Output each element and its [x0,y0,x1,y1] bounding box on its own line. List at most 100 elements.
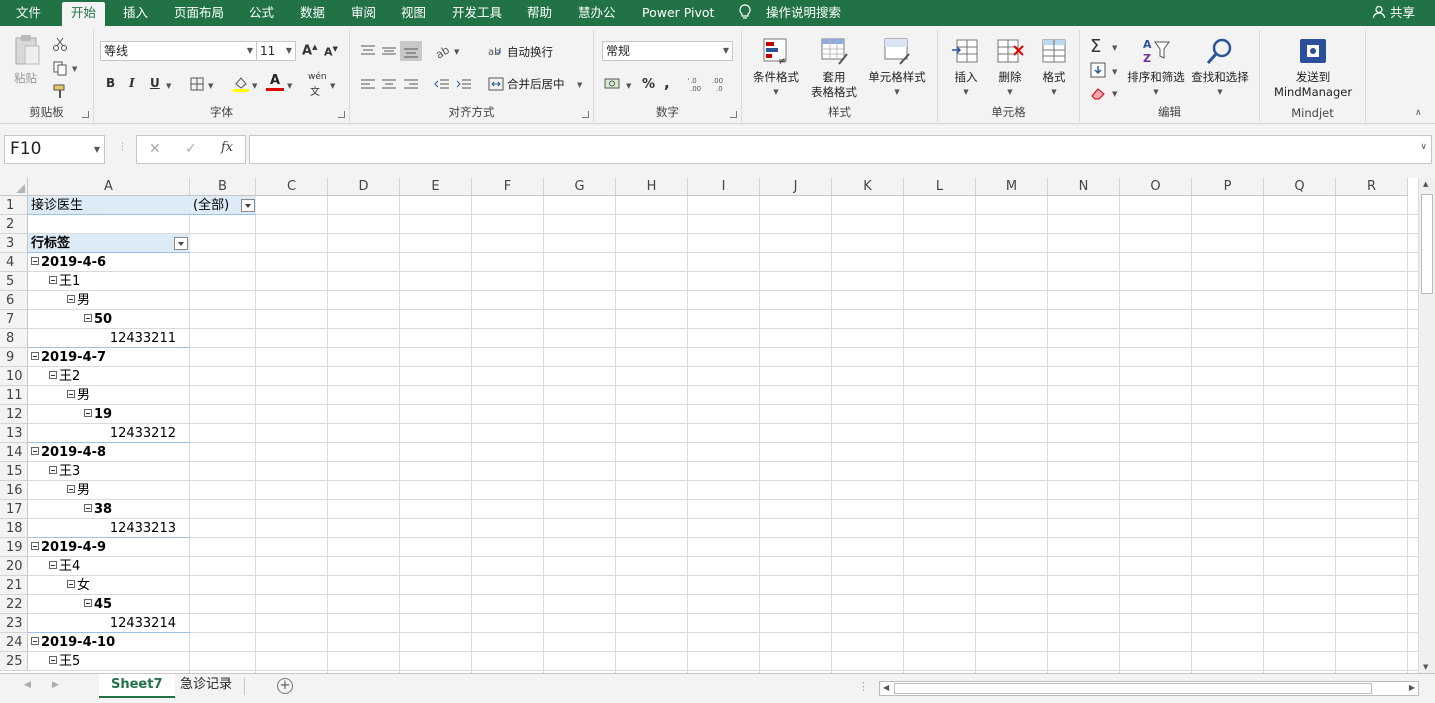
merge-center-button[interactable]: 合并后居中 ▼ [488,76,588,94]
column-header-j[interactable]: J [760,178,832,196]
new-sheet-plus-icon[interactable]: + [277,678,293,694]
cancel-icon[interactable]: ✕ [149,141,161,157]
pivot-row-item[interactable]: 王4 [49,557,80,576]
decrease-indent-icon[interactable] [434,78,450,92]
phonetic-dropdown-icon[interactable]: ▼ [330,82,335,90]
clear-dropdown-icon[interactable]: ▼ [1112,90,1117,98]
collapse-toggle-icon[interactable] [67,295,75,303]
tab-data[interactable]: 数据 [300,0,325,26]
row-header-8[interactable]: 8 [0,329,28,348]
column-header-k[interactable]: K [832,178,904,196]
name-box-dropdown-icon[interactable]: ▼ [94,136,100,163]
pivot-row-item[interactable]: 男 [67,481,90,500]
row-header-3[interactable]: 3 [0,234,28,253]
collapse-toggle-icon[interactable] [31,257,39,265]
row-header-1[interactable]: 1 [0,196,28,215]
row-header-6[interactable]: 6 [0,291,28,310]
tab-developer[interactable]: 开发工具 [452,0,502,26]
row-header-15[interactable]: 15 [0,462,28,481]
insert-function-button[interactable]: fx [221,140,233,155]
font-color-dropdown-icon[interactable]: ▼ [287,82,292,90]
collapse-toggle-icon[interactable] [49,561,57,569]
pivot-row-item[interactable]: 男 [67,386,90,405]
collapse-toggle-icon[interactable] [31,352,39,360]
percent-style-button[interactable]: % [642,77,655,92]
pivot-row-item[interactable]: 王3 [49,462,80,481]
copy-icon[interactable] [52,60,68,76]
row-header-2[interactable]: 2 [0,215,28,234]
tell-me-search[interactable]: 操作说明搜索 [738,0,841,26]
pivot-row-item[interactable]: 38 [84,500,112,519]
scroll-up-icon[interactable]: ▲ [1423,180,1428,188]
font-color-icon[interactable]: A [266,74,284,92]
scroll-left-icon[interactable]: ◀ [883,683,889,692]
cut-icon[interactable] [52,36,68,52]
wrap-text-button[interactable]: ab 自动换行 [488,44,578,62]
collapse-toggle-icon[interactable] [31,447,39,455]
column-header-r[interactable]: R [1336,178,1408,196]
collapse-toggle-icon[interactable] [84,409,92,417]
row-header-10[interactable]: 10 [0,367,28,386]
align-middle-icon[interactable] [381,44,397,58]
formula-input[interactable]: ∨ [249,135,1432,164]
row-header-19[interactable]: 19 [0,538,28,557]
align-bottom-button[interactable] [400,41,422,61]
collapse-toggle-icon[interactable] [67,580,75,588]
collapse-toggle-icon[interactable] [84,504,92,512]
send-to-mindmanager-button[interactable]: 发送到 MindManager [1264,36,1362,100]
align-top-icon[interactable] [360,44,376,58]
pivot-row-item[interactable]: 2019-4-7 [31,348,106,367]
pivot-row-item[interactable]: 2019-4-6 [31,253,106,272]
row-header-22[interactable]: 22 [0,595,28,614]
pivot-filter-dropdown-icon[interactable] [241,199,255,212]
tab-review[interactable]: 审阅 [351,0,376,26]
column-header-i[interactable]: I [688,178,760,196]
collapse-ribbon-icon[interactable]: ∧ [1415,108,1422,118]
sheet-tab-emergency-records[interactable]: 急诊记录 [168,674,244,698]
worksheet-grid[interactable]: ABCDEFGHIJKLMNOPQR 1 2 3 4 5 6 7 8 9 10 11 12 13 14 15… [0,178,1418,673]
format-painter-icon[interactable] [52,83,68,99]
grow-font-button[interactable]: A▲ [302,43,317,58]
row-header-11[interactable]: 11 [0,386,28,405]
column-header-b[interactable]: B [190,178,256,196]
pivot-row-item[interactable]: 50 [84,310,112,329]
format-cells-button[interactable]: 格式 ▼ [1032,36,1076,100]
font-launcher-icon[interactable] [338,111,345,118]
collapse-toggle-icon[interactable] [31,542,39,550]
sheet-tab-sheet7[interactable]: Sheet7 [99,674,175,698]
collapse-toggle-icon[interactable] [67,390,75,398]
pivot-row-item[interactable]: 王1 [49,272,80,291]
tab-help[interactable]: 帮助 [527,0,552,26]
row-header-20[interactable]: 20 [0,557,28,576]
column-header-p[interactable]: P [1192,178,1264,196]
collapse-toggle-icon[interactable] [49,371,57,379]
delete-cells-button[interactable]: 删除 ▼ [988,36,1032,100]
decrease-decimal-icon[interactable]: .00.0 [710,75,730,93]
borders-icon[interactable] [190,77,204,91]
pivot-row-labels-dropdown-icon[interactable] [174,237,188,250]
italic-button[interactable]: I [129,76,135,90]
tab-split-grip-icon[interactable]: ⋮ [858,680,869,693]
column-header-f[interactable]: F [472,178,544,196]
collapse-toggle-icon[interactable] [67,485,75,493]
font-name-combo[interactable]: 等线 ▼ [100,41,257,61]
number-launcher-icon[interactable] [730,111,737,118]
tab-home[interactable]: 开始 [62,2,106,26]
clear-icon[interactable] [1090,86,1106,100]
row-header-21[interactable]: 21 [0,576,28,595]
pivot-row-item[interactable]: 王5 [49,652,80,671]
tab-file[interactable]: 文件 [16,0,41,26]
row-header-24[interactable]: 24 [0,633,28,652]
pivot-row-item[interactable]: 45 [84,595,112,614]
font-size-combo[interactable]: 11 ▼ [256,41,296,61]
enter-check-icon[interactable]: ✓ [185,141,197,157]
tab-page-layout[interactable]: 页面布局 [174,0,224,26]
vertical-scroll-thumb[interactable] [1421,194,1433,294]
column-header-e[interactable]: E [400,178,472,196]
expand-formula-bar-icon[interactable]: ∨ [1420,142,1427,152]
underline-dropdown-icon[interactable]: ▼ [166,82,171,90]
collapse-toggle-icon[interactable] [49,656,57,664]
pivot-row-item[interactable]: 男 [67,291,90,310]
collapse-toggle-icon[interactable] [49,466,57,474]
pivot-row-item[interactable]: 19 [84,405,112,424]
